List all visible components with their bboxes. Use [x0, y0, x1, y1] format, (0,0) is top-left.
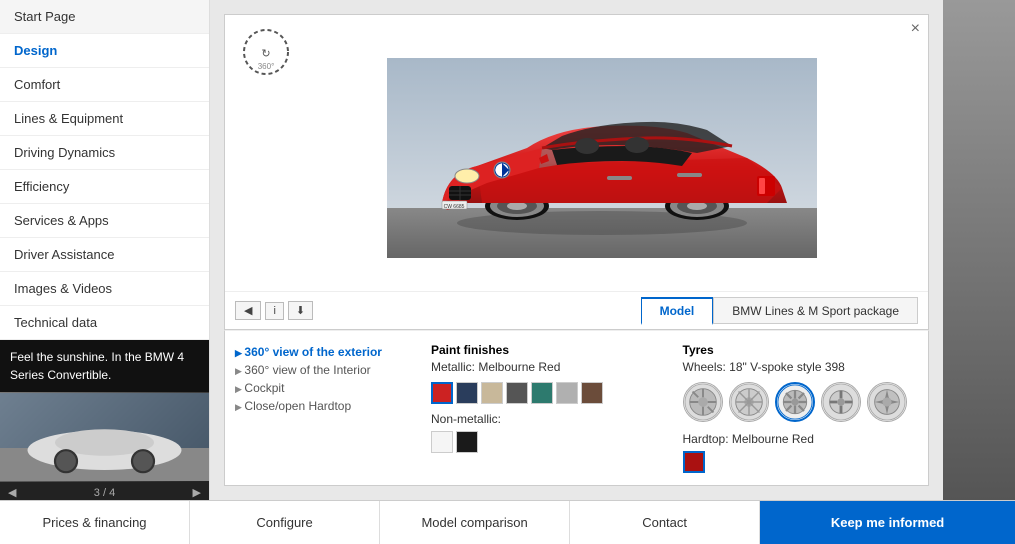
promo-next-btn[interactable]: ▶ — [193, 486, 201, 499]
metallic-swatches — [431, 382, 667, 404]
promo-prev-btn[interactable]: ◀ — [8, 486, 16, 499]
sidebar-nav: Start Page Design Comfort Lines & Equipm… — [0, 0, 209, 340]
viewer-links: ▶ 360° view of the exterior ▶ 360° view … — [235, 343, 415, 473]
sidebar-item-comfort[interactable]: Comfort — [0, 68, 209, 102]
tab-bmw-lines[interactable]: BMW Lines & M Sport package — [713, 297, 918, 324]
promo-car-image — [0, 392, 209, 482]
link-cockpit[interactable]: ▶ Cockpit — [235, 379, 415, 397]
link-interior[interactable]: ▶ 360° view of the Interior — [235, 361, 415, 379]
info-panel: ▶ 360° view of the exterior ▶ 360° view … — [224, 330, 929, 486]
sidebar-item-lines[interactable]: Lines & Equipment — [0, 102, 209, 136]
swatch-brown[interactable] — [581, 382, 603, 404]
configure-button[interactable]: Configure — [190, 501, 380, 544]
svg-text:↻: ↻ — [261, 48, 270, 60]
toolbar-info-btn[interactable]: i — [265, 302, 283, 320]
swatch-teal[interactable] — [531, 382, 553, 404]
sidebar-item-driver[interactable]: Driver Assistance — [0, 238, 209, 272]
action-bar: Prices & financing Configure Model compa… — [0, 500, 1015, 544]
link-hardtop[interactable]: ▶ Close/open Hardtop — [235, 397, 415, 415]
wheel-swatches — [683, 382, 919, 422]
nonmetallic-label: Non-metallic: — [431, 412, 667, 426]
wheel-swatch-4[interactable] — [821, 382, 861, 422]
toolbar-prev-btn[interactable]: ◀ — [235, 301, 261, 320]
hardtop-label: Hardtop: Melbourne Red — [683, 432, 919, 446]
paint-subtitle: Metallic: Melbourne Red — [431, 360, 667, 374]
nonmetallic-swatches — [431, 431, 667, 453]
swatch-red[interactable] — [431, 382, 453, 404]
svg-text:360°: 360° — [258, 62, 275, 71]
tab-model[interactable]: Model — [641, 297, 714, 325]
prices-financing-button[interactable]: Prices & financing — [0, 501, 190, 544]
viewer-close-button[interactable]: × — [911, 21, 920, 37]
swatch-gray[interactable] — [506, 382, 528, 404]
keep-informed-button[interactable]: Keep me informed — [760, 501, 1015, 544]
paint-section: Paint finishes Metallic: Melbourne Red N… — [431, 343, 667, 473]
car-viewer-area: CW 6685 — [225, 15, 928, 291]
sidebar-item-images[interactable]: Images & Videos — [0, 272, 209, 306]
toolbar-download-btn[interactable]: ⬇ — [288, 301, 313, 320]
swatch-navy[interactable] — [456, 382, 478, 404]
swatch-black[interactable] — [456, 431, 478, 453]
wheel-swatch-3[interactable] — [775, 382, 815, 422]
hardtop-swatch[interactable] — [683, 451, 705, 473]
sidebar-item-driving[interactable]: Driving Dynamics — [0, 136, 209, 170]
tyres-subtitle: Wheels: 18" V-spoke style 398 — [683, 360, 919, 374]
link-exterior[interactable]: ▶ 360° view of the exterior — [235, 343, 415, 361]
model-comparison-button[interactable]: Model comparison — [380, 501, 570, 544]
sidebar-item-services[interactable]: Services & Apps — [0, 204, 209, 238]
swatch-beige[interactable] — [481, 382, 503, 404]
viewer-toolbar: ◀ i ⬇ Model BMW Lines & M Sport package — [225, 291, 928, 329]
hardtop-swatch-container — [683, 451, 919, 473]
wheel-swatch-2[interactable] — [729, 382, 769, 422]
sidebar-item-start-page[interactable]: Start Page — [0, 0, 209, 34]
right-decoration — [943, 0, 1015, 500]
tyres-title: Tyres — [683, 343, 919, 357]
swatch-silver[interactable] — [556, 382, 578, 404]
wheel-swatch-1[interactable] — [683, 382, 723, 422]
paint-title: Paint finishes — [431, 343, 667, 357]
car-image-svg: CW 6685 — [387, 58, 817, 258]
sidebar-item-technical[interactable]: Technical data — [0, 306, 209, 340]
viewer-tabs: Model BMW Lines & M Sport package — [641, 297, 918, 324]
swatch-white[interactable] — [431, 431, 453, 453]
rotation-360-icon: ↻ 360° — [239, 25, 294, 80]
sidebar-item-design[interactable]: Design — [0, 34, 209, 68]
tyres-section: Tyres Wheels: 18" V-spoke style 398 — [683, 343, 919, 473]
promo-text: Feel the sunshine. In the BMW 4 Series C… — [0, 340, 209, 392]
contact-button[interactable]: Contact — [570, 501, 760, 544]
wheel-swatch-5[interactable] — [867, 382, 907, 422]
svg-text:CW 6685: CW 6685 — [443, 204, 464, 210]
promo-pagination: 3 / 4 — [94, 487, 115, 499]
sidebar-item-efficiency[interactable]: Efficiency — [0, 170, 209, 204]
